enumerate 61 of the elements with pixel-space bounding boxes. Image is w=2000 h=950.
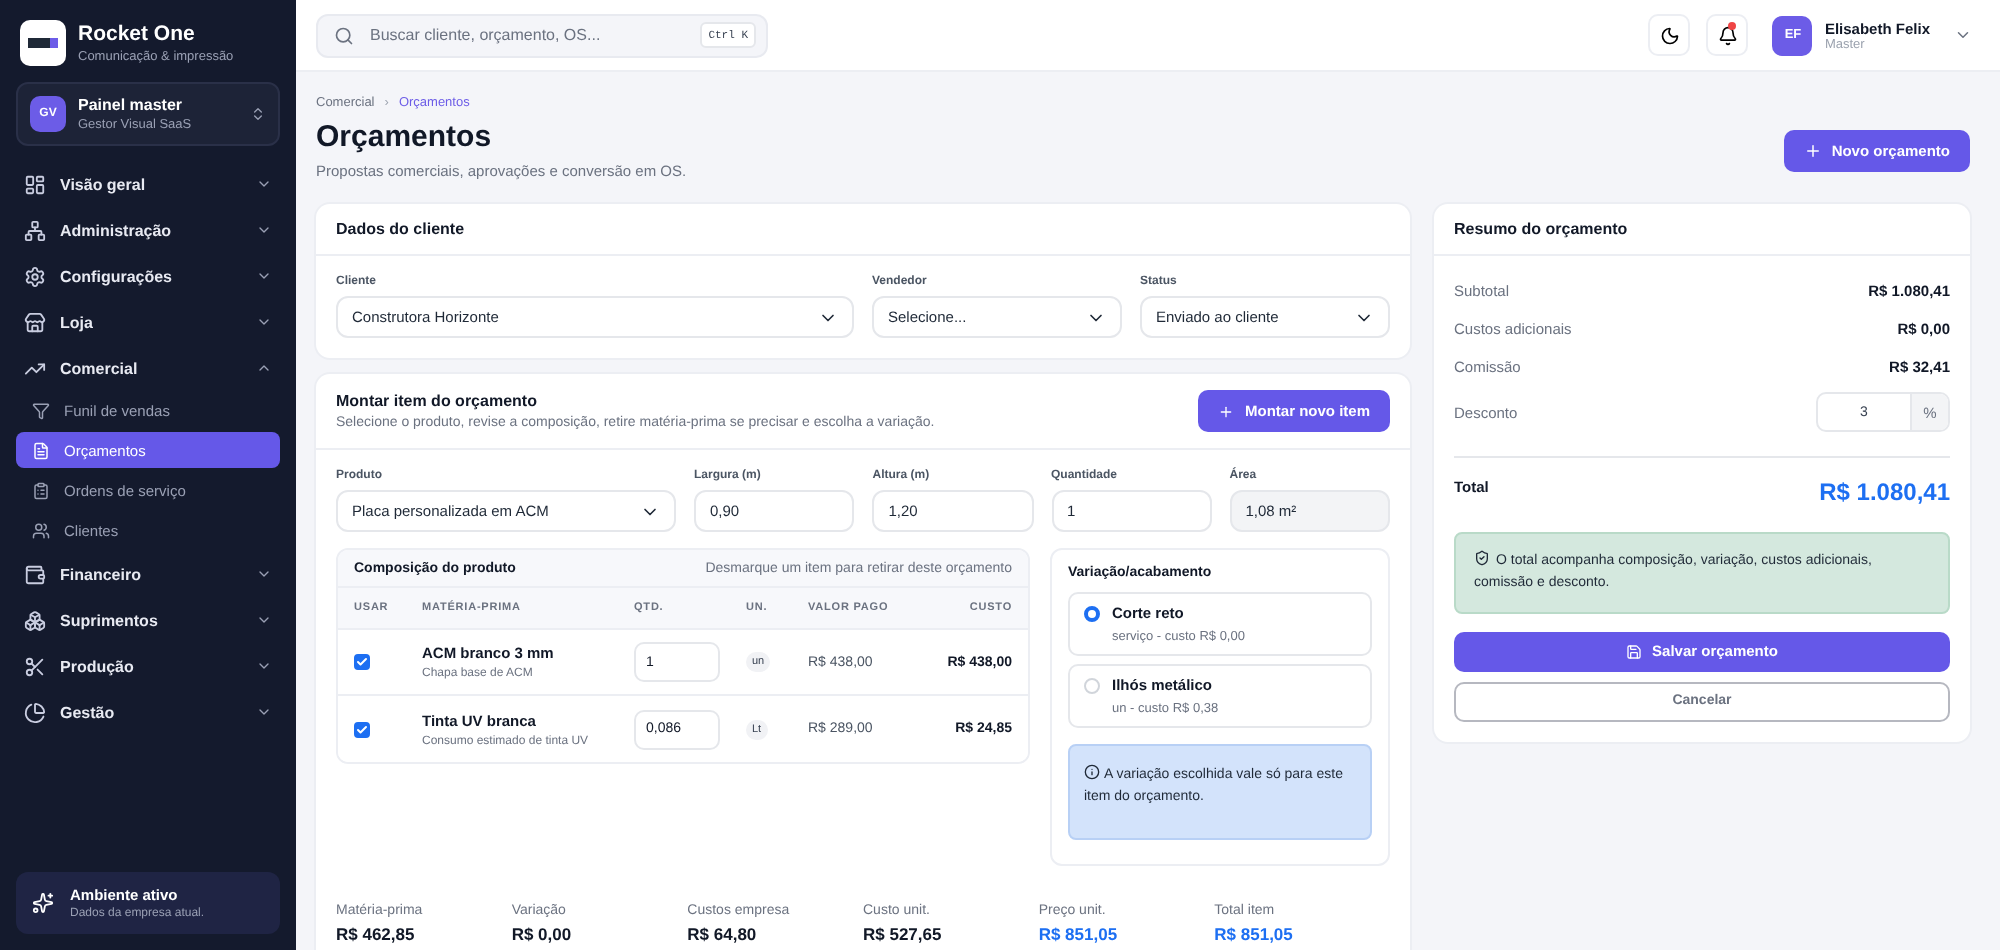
checkbox[interactable] bbox=[354, 654, 370, 670]
page-title: Orçamentos bbox=[316, 120, 494, 154]
document-icon bbox=[32, 441, 50, 459]
chevron-down-icon bbox=[256, 612, 272, 628]
card-title: Resumo do orçamento bbox=[1454, 220, 1628, 238]
nav-item[interactable]: Gestão bbox=[16, 690, 280, 734]
chevron-down-icon bbox=[256, 704, 272, 720]
search-input[interactable]: Buscar cliente, orçamento, OS... bbox=[366, 24, 689, 46]
card-title: Dados do cliente bbox=[336, 220, 465, 238]
chevron-down-icon bbox=[256, 268, 272, 284]
nav-item[interactable]: Visão geral bbox=[16, 162, 280, 206]
nav-item[interactable]: Suprimentos bbox=[16, 598, 280, 642]
boxes-icon bbox=[24, 609, 46, 631]
checkbox[interactable] bbox=[354, 721, 370, 737]
info-icon bbox=[1084, 764, 1100, 780]
total-value: R$ 462,85 bbox=[336, 923, 417, 944]
bell-icon bbox=[1717, 25, 1738, 45]
theme-toggle-button[interactable] bbox=[1648, 14, 1691, 56]
nav-item[interactable]: Financeiro bbox=[16, 552, 280, 596]
nav-item[interactable]: Comercial bbox=[16, 346, 280, 390]
total-value: R$ 64,80 bbox=[687, 923, 759, 944]
chevron-up-icon bbox=[256, 360, 272, 376]
chevron-down-icon bbox=[256, 314, 272, 330]
settings-icon bbox=[24, 265, 46, 287]
funnel-icon bbox=[32, 401, 50, 419]
chevrons-icon bbox=[250, 106, 266, 122]
network-icon bbox=[24, 219, 46, 241]
chevron-down-icon bbox=[256, 222, 272, 238]
total-value: R$ 1.080,41 bbox=[1819, 478, 1950, 506]
nav-item[interactable]: Configurações bbox=[16, 254, 280, 298]
shield-check-icon bbox=[1474, 550, 1490, 566]
moon-icon bbox=[1659, 25, 1680, 45]
nav-item[interactable]: Loja bbox=[16, 300, 280, 344]
users-icon bbox=[32, 521, 50, 539]
radio-button[interactable] bbox=[1084, 606, 1100, 622]
logo-icon bbox=[20, 20, 66, 66]
clipboard-icon bbox=[32, 481, 50, 499]
dashboard-icon bbox=[24, 173, 46, 195]
chevron-down-icon bbox=[1954, 26, 1972, 44]
chevron-down-icon bbox=[256, 566, 272, 582]
total-value: R$ 851,05 bbox=[1038, 923, 1120, 944]
search-icon bbox=[334, 25, 354, 45]
chevron-down-icon bbox=[256, 658, 272, 674]
plus-icon bbox=[1803, 141, 1822, 159]
plus-icon bbox=[1218, 403, 1235, 419]
wallet-icon bbox=[24, 563, 46, 585]
brand-name: Rocket One bbox=[78, 22, 197, 46]
sparkles-icon bbox=[32, 892, 54, 914]
nav-item[interactable]: Administração bbox=[16, 208, 280, 252]
scissors-icon bbox=[24, 655, 46, 677]
total-value: R$ 851,05 bbox=[1214, 923, 1295, 944]
pie-chart-icon bbox=[24, 701, 46, 723]
card-title: Montar item do orçamento bbox=[336, 392, 539, 410]
save-icon bbox=[1626, 643, 1643, 660]
workspace-name: Painel master bbox=[78, 96, 185, 114]
store-icon bbox=[24, 311, 46, 333]
chevron-down-icon bbox=[256, 176, 272, 192]
total-value: R$ 0,00 bbox=[511, 923, 574, 944]
notifications-button[interactable] bbox=[1706, 14, 1749, 56]
total-value: R$ 527,65 bbox=[863, 923, 944, 944]
nav-item[interactable]: Produção bbox=[16, 644, 280, 688]
